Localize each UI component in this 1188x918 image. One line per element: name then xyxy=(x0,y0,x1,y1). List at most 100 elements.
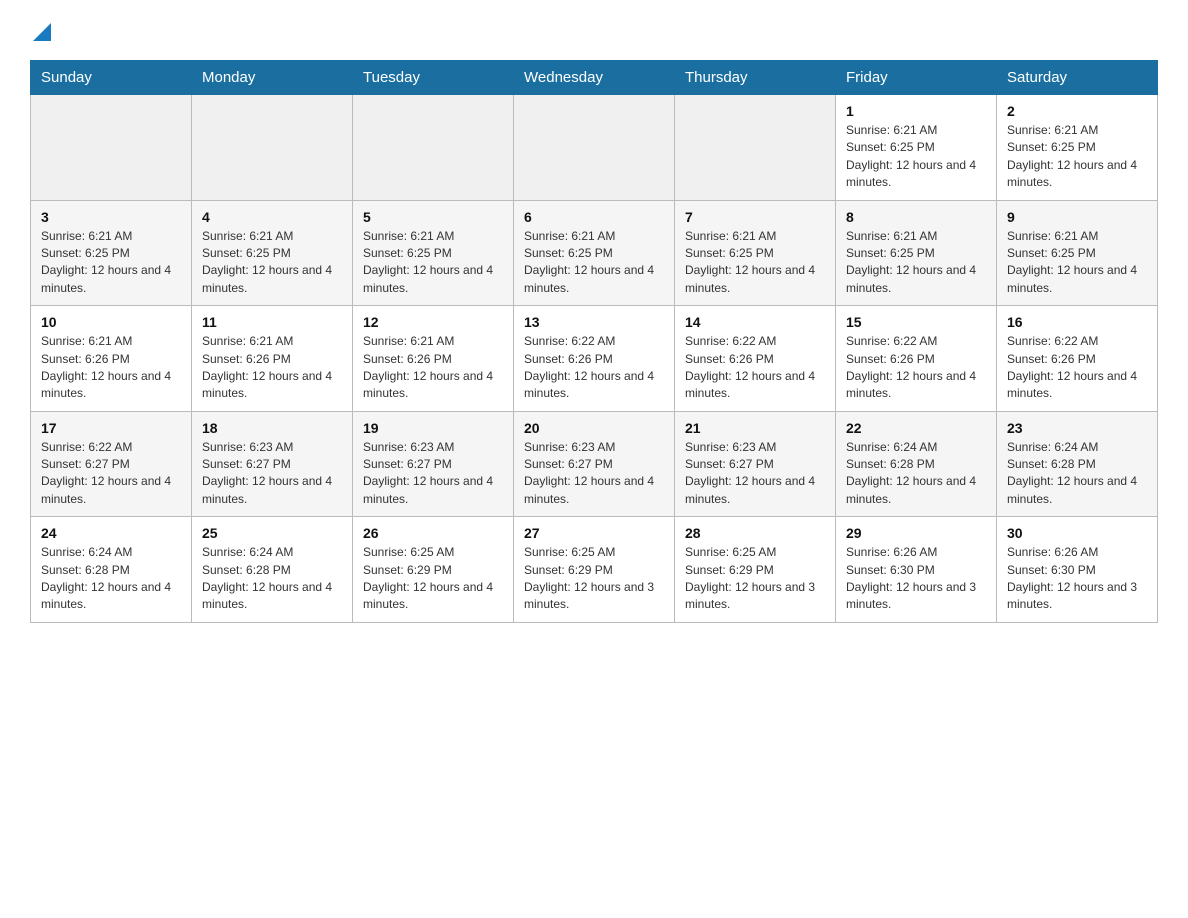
calendar-cell: 10 Sunrise: 6:21 AMSunset: 6:26 PMDayligh… xyxy=(31,306,192,412)
logo xyxy=(30,20,68,44)
weekday-header-friday: Friday xyxy=(836,61,997,95)
weekday-header-monday: Monday xyxy=(192,61,353,95)
weekday-header-tuesday: Tuesday xyxy=(353,61,514,95)
day-number: 15 xyxy=(846,314,986,330)
day-number: 16 xyxy=(1007,314,1147,330)
calendar-cell: 2 Sunrise: 6:21 AMSunset: 6:25 PMDaylight… xyxy=(997,95,1158,201)
calendar-cell: 13 Sunrise: 6:22 AMSunset: 6:26 PMDayligh… xyxy=(514,306,675,412)
day-number: 13 xyxy=(524,314,664,330)
calendar-cell: 15 Sunrise: 6:22 AMSunset: 6:26 PMDayligh… xyxy=(836,306,997,412)
calendar-cell: 21 Sunrise: 6:23 AMSunset: 6:27 PMDayligh… xyxy=(675,411,836,517)
day-number: 20 xyxy=(524,420,664,436)
calendar-cell: 11 Sunrise: 6:21 AMSunset: 6:26 PMDayligh… xyxy=(192,306,353,412)
page-header xyxy=(30,20,1158,44)
day-number: 14 xyxy=(685,314,825,330)
calendar-table: SundayMondayTuesdayWednesdayThursdayFrid… xyxy=(30,60,1158,623)
calendar-cell: 3 Sunrise: 6:21 AMSunset: 6:25 PMDaylight… xyxy=(31,200,192,306)
day-info: Sunrise: 6:21 AMSunset: 6:25 PMDaylight:… xyxy=(202,229,332,295)
day-info: Sunrise: 6:22 AMSunset: 6:26 PMDaylight:… xyxy=(846,334,976,400)
calendar-cell: 8 Sunrise: 6:21 AMSunset: 6:25 PMDaylight… xyxy=(836,200,997,306)
day-info: Sunrise: 6:21 AMSunset: 6:25 PMDaylight:… xyxy=(1007,229,1137,295)
day-number: 28 xyxy=(685,525,825,541)
day-info: Sunrise: 6:24 AMSunset: 6:28 PMDaylight:… xyxy=(846,440,976,506)
day-number: 22 xyxy=(846,420,986,436)
day-number: 18 xyxy=(202,420,342,436)
day-info: Sunrise: 6:23 AMSunset: 6:27 PMDaylight:… xyxy=(363,440,493,506)
calendar-week-1: 1Sunrise: 6:21 AMSunset: 6:25 PMDaylight… xyxy=(31,95,1158,201)
day-number: 23 xyxy=(1007,420,1147,436)
day-info: Sunrise: 6:22 AMSunset: 6:26 PMDaylight:… xyxy=(685,334,815,400)
day-number: 26 xyxy=(363,525,503,541)
day-info: Sunrise: 6:26 AMSunset: 6:30 PMDaylight:… xyxy=(1007,545,1137,611)
day-info: Sunrise: 6:26 AMSunset: 6:30 PMDaylight:… xyxy=(846,545,976,611)
day-info: Sunrise: 6:21 AMSunset: 6:25 PMDaylight:… xyxy=(363,229,493,295)
weekday-header-wednesday: Wednesday xyxy=(514,61,675,95)
day-number: 12 xyxy=(363,314,503,330)
calendar-cell: 1Sunrise: 6:21 AMSunset: 6:25 PMDaylight… xyxy=(836,95,997,201)
calendar-cell: 24 Sunrise: 6:24 AMSunset: 6:28 PMDayligh… xyxy=(31,517,192,623)
calendar-cell: 25Sunrise: 6:24 AMSunset: 6:28 PMDayligh… xyxy=(192,517,353,623)
calendar-cell: 30 Sunrise: 6:26 AMSunset: 6:30 PMDayligh… xyxy=(997,517,1158,623)
calendar-cell: 4 Sunrise: 6:21 AMSunset: 6:25 PMDaylight… xyxy=(192,200,353,306)
calendar-week-5: 24 Sunrise: 6:24 AMSunset: 6:28 PMDayligh… xyxy=(31,517,1158,623)
calendar-week-4: 17 Sunrise: 6:22 AMSunset: 6:27 PMDayligh… xyxy=(31,411,1158,517)
day-number: 3 xyxy=(41,209,181,225)
logo-triangle-icon xyxy=(33,23,51,46)
day-info: Sunrise: 6:24 AMSunset: 6:28 PMDaylight:… xyxy=(202,545,332,611)
day-info: Sunrise: 6:22 AMSunset: 6:26 PMDaylight:… xyxy=(1007,334,1137,400)
day-number: 7 xyxy=(685,209,825,225)
calendar-cell: 20 Sunrise: 6:23 AMSunset: 6:27 PMDayligh… xyxy=(514,411,675,517)
calendar-cell xyxy=(514,95,675,201)
day-number: 29 xyxy=(846,525,986,541)
day-number: 27 xyxy=(524,525,664,541)
day-number: 11 xyxy=(202,314,342,330)
day-number: 24 xyxy=(41,525,181,541)
weekday-header-sunday: Sunday xyxy=(31,61,192,95)
day-info: Sunrise: 6:23 AMSunset: 6:27 PMDaylight:… xyxy=(524,440,654,506)
day-info: Sunrise: 6:22 AMSunset: 6:26 PMDaylight:… xyxy=(524,334,654,400)
day-info: Sunrise: 6:24 AMSunset: 6:28 PMDaylight:… xyxy=(41,545,171,611)
calendar-week-2: 3 Sunrise: 6:21 AMSunset: 6:25 PMDaylight… xyxy=(31,200,1158,306)
day-info: Sunrise: 6:23 AMSunset: 6:27 PMDaylight:… xyxy=(202,440,332,506)
day-number: 30 xyxy=(1007,525,1147,541)
day-number: 21 xyxy=(685,420,825,436)
day-number: 10 xyxy=(41,314,181,330)
calendar-cell: 16 Sunrise: 6:22 AMSunset: 6:26 PMDayligh… xyxy=(997,306,1158,412)
calendar-cell: 28 Sunrise: 6:25 AMSunset: 6:29 PMDayligh… xyxy=(675,517,836,623)
day-info: Sunrise: 6:24 AMSunset: 6:28 PMDaylight:… xyxy=(1007,440,1137,506)
day-info: Sunrise: 6:21 AMSunset: 6:26 PMDaylight:… xyxy=(41,334,171,400)
calendar-cell xyxy=(675,95,836,201)
calendar-cell: 12 Sunrise: 6:21 AMSunset: 6:26 PMDayligh… xyxy=(353,306,514,412)
calendar-cell: 17 Sunrise: 6:22 AMSunset: 6:27 PMDayligh… xyxy=(31,411,192,517)
day-info: Sunrise: 6:21 AMSunset: 6:26 PMDaylight:… xyxy=(202,334,332,400)
calendar-cell xyxy=(192,95,353,201)
calendar-week-3: 10 Sunrise: 6:21 AMSunset: 6:26 PMDayligh… xyxy=(31,306,1158,412)
day-info: Sunrise: 6:21 AMSunset: 6:25 PMDaylight:… xyxy=(524,229,654,295)
day-info: Sunrise: 6:22 AMSunset: 6:27 PMDaylight:… xyxy=(41,440,171,506)
calendar-cell xyxy=(353,95,514,201)
day-info: Sunrise: 6:23 AMSunset: 6:27 PMDaylight:… xyxy=(685,440,815,506)
day-number: 4 xyxy=(202,209,342,225)
day-number: 17 xyxy=(41,420,181,436)
day-info: Sunrise: 6:21 AMSunset: 6:25 PMDaylight:… xyxy=(1007,123,1137,189)
calendar-cell: 14 Sunrise: 6:22 AMSunset: 6:26 PMDayligh… xyxy=(675,306,836,412)
calendar-cell: 9Sunrise: 6:21 AMSunset: 6:25 PMDaylight… xyxy=(997,200,1158,306)
day-number: 8 xyxy=(846,209,986,225)
day-info: Sunrise: 6:21 AMSunset: 6:25 PMDaylight:… xyxy=(41,229,171,295)
calendar-cell: 7Sunrise: 6:21 AMSunset: 6:25 PMDaylight… xyxy=(675,200,836,306)
weekday-header-thursday: Thursday xyxy=(675,61,836,95)
calendar-cell: 26 Sunrise: 6:25 AMSunset: 6:29 PMDayligh… xyxy=(353,517,514,623)
day-number: 6 xyxy=(524,209,664,225)
day-info: Sunrise: 6:21 AMSunset: 6:25 PMDaylight:… xyxy=(846,123,976,189)
calendar-cell: 19Sunrise: 6:23 AMSunset: 6:27 PMDayligh… xyxy=(353,411,514,517)
day-info: Sunrise: 6:25 AMSunset: 6:29 PMDaylight:… xyxy=(524,545,654,611)
calendar-cell: 29 Sunrise: 6:26 AMSunset: 6:30 PMDayligh… xyxy=(836,517,997,623)
day-info: Sunrise: 6:21 AMSunset: 6:26 PMDaylight:… xyxy=(363,334,493,400)
calendar-cell: 18 Sunrise: 6:23 AMSunset: 6:27 PMDayligh… xyxy=(192,411,353,517)
day-number: 2 xyxy=(1007,103,1147,119)
day-info: Sunrise: 6:25 AMSunset: 6:29 PMDaylight:… xyxy=(363,545,493,611)
calendar-cell: 22 Sunrise: 6:24 AMSunset: 6:28 PMDayligh… xyxy=(836,411,997,517)
day-info: Sunrise: 6:25 AMSunset: 6:29 PMDaylight:… xyxy=(685,545,815,611)
calendar-cell: 23 Sunrise: 6:24 AMSunset: 6:28 PMDayligh… xyxy=(997,411,1158,517)
day-info: Sunrise: 6:21 AMSunset: 6:25 PMDaylight:… xyxy=(846,229,976,295)
